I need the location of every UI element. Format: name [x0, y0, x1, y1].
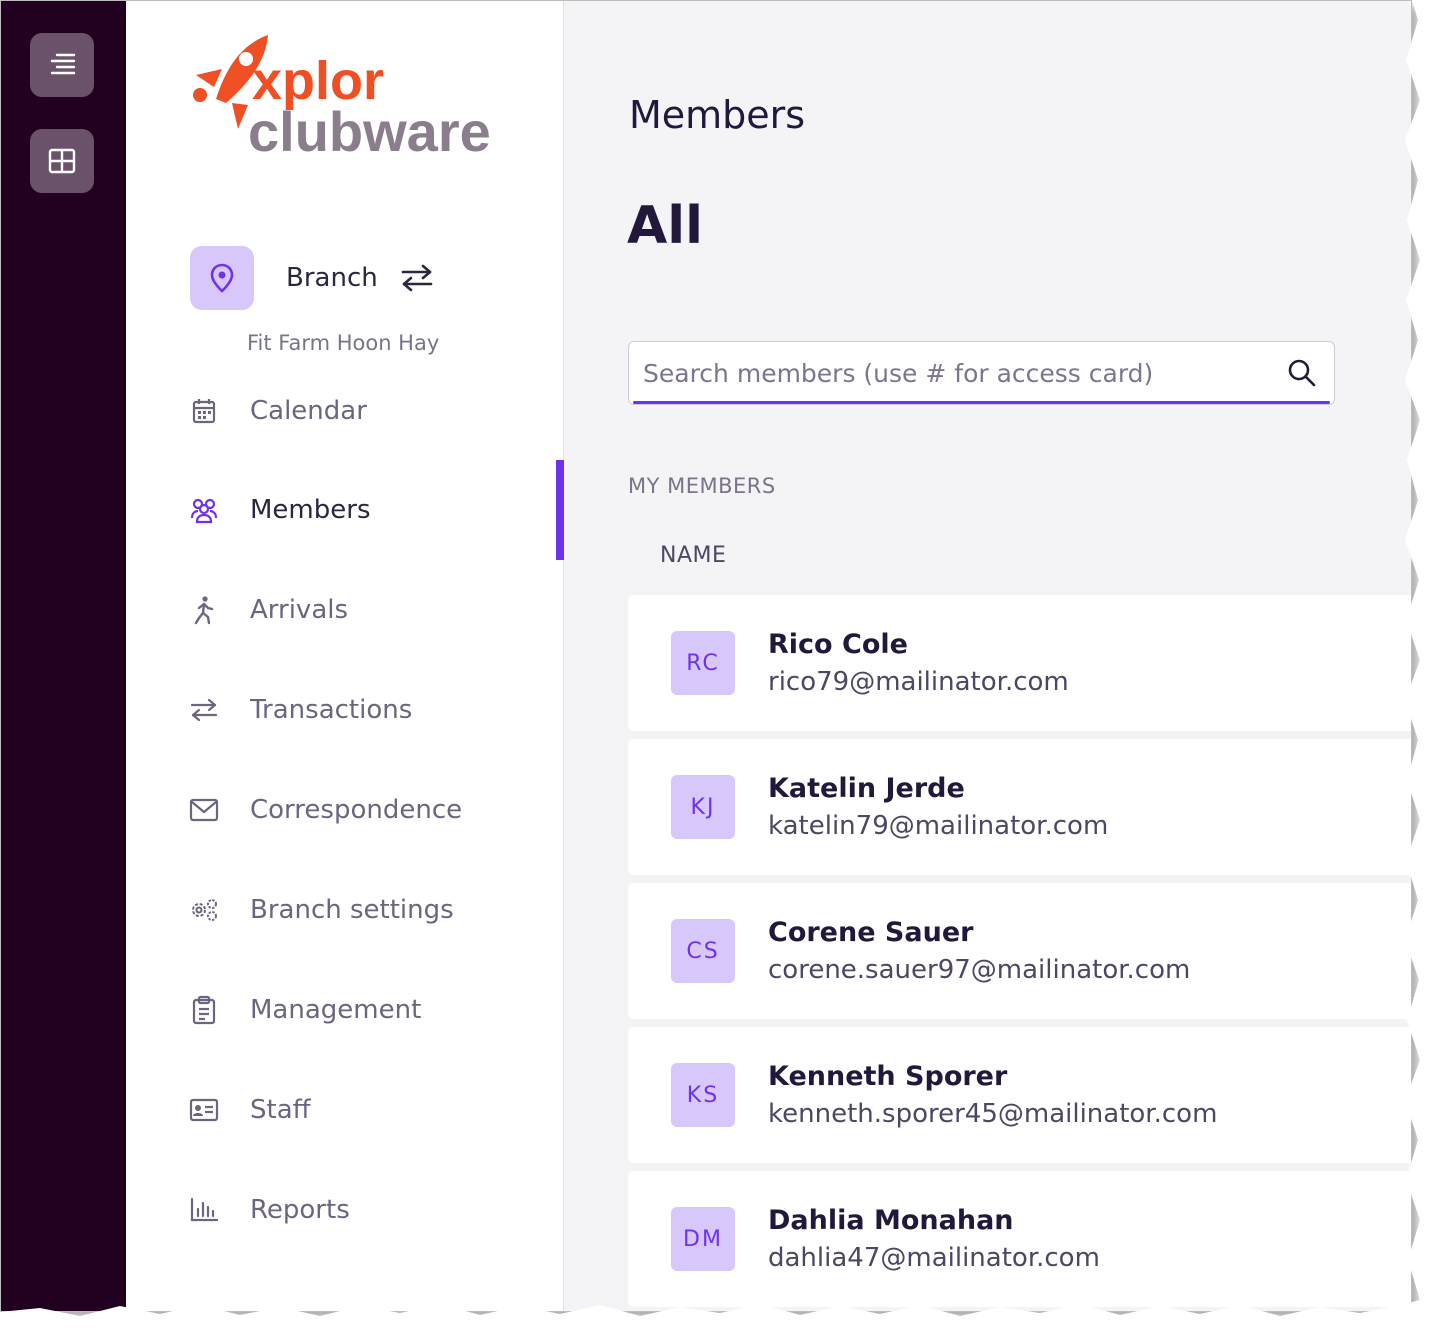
torn-edge-decoration: [0, 0, 1436, 1334]
